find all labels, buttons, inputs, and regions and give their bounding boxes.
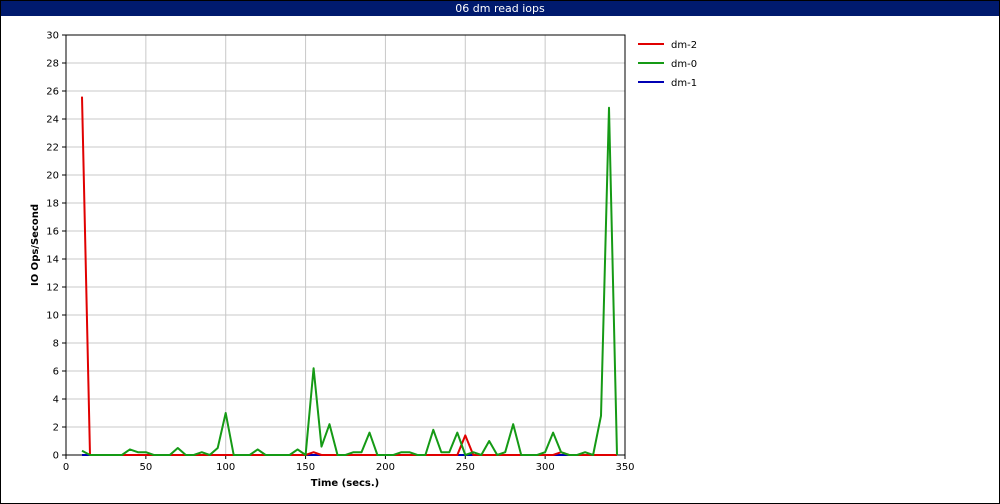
y-tick-label: 26 bbox=[46, 87, 59, 98]
legend-label-dm-1: dm-1 bbox=[671, 78, 697, 89]
y-tick-label: 12 bbox=[46, 283, 59, 294]
y-tick-label: 10 bbox=[46, 311, 59, 322]
legend-label-dm-0: dm-0 bbox=[671, 59, 697, 70]
x-axis-label: Time (secs.) bbox=[311, 478, 380, 489]
y-tick-label: 30 bbox=[46, 31, 59, 42]
grid-lines bbox=[66, 35, 625, 455]
y-axis-label: IO Ops/Second bbox=[30, 204, 41, 286]
y-tick-label: 4 bbox=[53, 395, 59, 406]
y-tick-label: 14 bbox=[46, 255, 59, 266]
y-tick-label: 16 bbox=[46, 227, 59, 238]
y-tick-label: 8 bbox=[53, 339, 59, 350]
x-tick-label: 200 bbox=[376, 462, 395, 473]
y-tick-label: 2 bbox=[53, 423, 59, 434]
y-tick-label: 24 bbox=[46, 115, 59, 126]
x-tick-label: 100 bbox=[216, 462, 235, 473]
x-tick-label: 300 bbox=[536, 462, 555, 473]
x-tick-label: 150 bbox=[296, 462, 315, 473]
y-tick-label: 6 bbox=[53, 367, 59, 378]
series-line-dm-0 bbox=[81, 106, 618, 456]
line-chart: 0 50 100 150 200 250 300 350 024681012141618202… bbox=[30, 31, 697, 490]
plot-axes bbox=[65, 34, 626, 456]
x-tick-label: 0 bbox=[63, 462, 69, 473]
legend: dm-2 dm-0 dm-1 bbox=[638, 40, 697, 89]
x-axis-ticks: 0 50 100 150 200 250 300 350 bbox=[63, 455, 635, 473]
series-lines bbox=[81, 96, 618, 456]
y-tick-label: 20 bbox=[46, 171, 59, 182]
x-tick-label: 250 bbox=[456, 462, 475, 473]
y-tick-label: 0 bbox=[53, 451, 59, 462]
series-line-dm-2 bbox=[81, 96, 617, 456]
y-tick-label: 22 bbox=[46, 143, 59, 154]
x-tick-label: 350 bbox=[615, 462, 634, 473]
y-axis-ticks: 024681012141618202224262830 bbox=[46, 31, 66, 462]
x-tick-label: 50 bbox=[139, 462, 152, 473]
y-tick-label: 28 bbox=[46, 59, 59, 70]
y-tick-label: 18 bbox=[46, 199, 59, 210]
legend-label-dm-2: dm-2 bbox=[671, 40, 697, 51]
plot-area-border bbox=[65, 34, 626, 456]
